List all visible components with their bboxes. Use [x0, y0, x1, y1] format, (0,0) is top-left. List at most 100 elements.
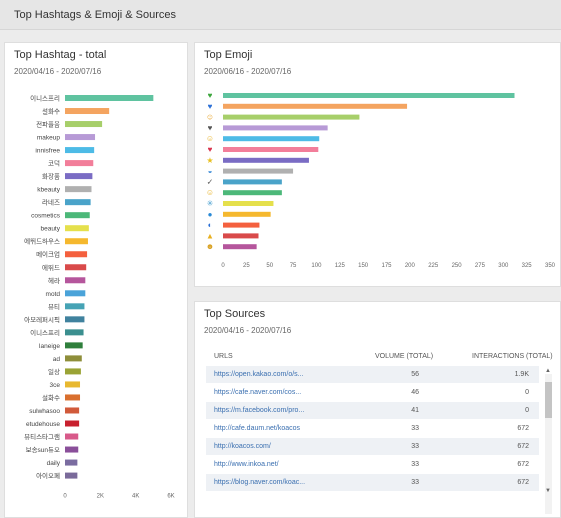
hashtag-bar	[65, 251, 88, 258]
hashtag-label: 아모레퍼시픽	[24, 315, 60, 324]
hashtag-label: 메이크업	[36, 250, 60, 259]
hashtag-bar	[65, 290, 86, 297]
smile-icon: ☻	[206, 242, 214, 251]
emoji-bar	[223, 179, 282, 185]
emoji-bar	[223, 244, 257, 250]
emoji-bar	[223, 147, 319, 152]
hashtag-label: 이니스프리	[30, 94, 60, 103]
dashboard-header: Top Hashtags & Emoji & Sources	[0, 0, 561, 30]
hashtag-bar-chart: 이니스프리설화수전파플음makeupinnisfree코덕화장품kbeauty라…	[24, 94, 175, 500]
hashtag-label: kbeauty	[37, 187, 61, 194]
droplet-icon: ●	[208, 210, 213, 219]
source-interactions: 1.9K	[514, 371, 529, 378]
top-emoji-date-range: 2020/06/16 - 2020/07/16	[204, 67, 292, 76]
table-row[interactable]: https://open.kakao.com/o/s... 56 1.9K	[206, 366, 539, 383]
sparkle-icon: ✳	[207, 199, 214, 208]
hashtag-x-tick: 2K	[97, 494, 104, 500]
sparkles-icon: ★	[206, 156, 213, 165]
source-interactions: 672	[517, 461, 529, 468]
hashtag-bar	[65, 355, 82, 362]
emoji-x-tick: 150	[358, 263, 369, 269]
emoji-bar	[223, 125, 328, 131]
dashboard-title: Top Hashtags & Emoji & Sources	[14, 9, 177, 21]
hashtag-label: cosmetics	[31, 213, 61, 220]
top-sources-title: Top Sources	[204, 308, 266, 320]
top-emoji-title: Top Emoji	[204, 49, 253, 61]
source-url-link[interactable]: http://koacos.com/	[214, 443, 271, 450]
hashtag-bar	[65, 264, 87, 271]
hashtag-x-tick: 0	[63, 494, 67, 500]
scroll-down-arrow-icon[interactable]: ▼	[545, 488, 551, 494]
source-volume: 33	[411, 443, 419, 450]
scroll-up-arrow-icon[interactable]: ▲	[545, 368, 551, 374]
emoji-bar	[223, 93, 515, 98]
hashtag-label: etudehouse	[26, 421, 60, 428]
source-volume: 56	[411, 371, 419, 378]
source-url-link[interactable]: https://m.facebook.com/pro...	[214, 407, 304, 414]
emoji-bar-chart: ♥♥☺♥☺♥★◒✓☺✳●◐▲☻0 25 50 75 100 125 150 175 200 225…	[206, 91, 556, 269]
emoji-bar	[223, 211, 271, 217]
sources-scrollbar-thumb[interactable]	[545, 382, 552, 418]
hashtag-bar	[65, 316, 85, 323]
hashtag-label: ad	[53, 356, 61, 363]
emoji-x-tick: 325	[522, 263, 533, 269]
hashtag-label: innisfree	[35, 148, 60, 155]
hashtag-bar	[65, 394, 81, 401]
hashtag-label: 에뛰드하우스	[24, 237, 60, 246]
column-header-volume[interactable]: VOLUME (TOTAL)	[375, 353, 433, 360]
hashtag-bar	[65, 368, 81, 375]
hashtag-label: 헤라	[48, 276, 60, 285]
emoji-bar	[223, 103, 408, 109]
source-url-link[interactable]: https://cafe.naver.com/cos...	[214, 389, 301, 396]
hashtag-label: sulwhasoo	[29, 408, 60, 415]
source-url-link[interactable]: https://blog.naver.com/koac...	[214, 479, 305, 486]
source-interactions: 0	[525, 389, 529, 396]
emoji-bar	[223, 157, 309, 163]
blue-heart-icon: ♥	[208, 102, 213, 111]
hashtag-bar	[65, 121, 103, 128]
table-row[interactable]: http://koacos.com/33 672	[206, 438, 539, 455]
hashtag-bar	[65, 303, 85, 310]
hashtag-bar	[65, 186, 92, 193]
smiling-face-2-icon: ☺	[206, 134, 214, 143]
hashtag-bar	[65, 160, 94, 167]
emoji-bar	[223, 222, 260, 228]
hashtag-label: 코덕	[48, 159, 60, 168]
hashtag-bar	[65, 433, 79, 440]
dashboard-page: Top Hashtags & Emoji & Sources Top Hasht…	[0, 0, 561, 518]
table-row[interactable]: http://cafe.daum.net/koacos 33 672	[206, 420, 539, 437]
hashtag-label: makeup	[37, 135, 61, 142]
wave-icon: ◐	[208, 221, 213, 230]
table-row[interactable]: https://m.facebook.com/pro... 41 0	[206, 402, 539, 419]
column-header-urls[interactable]: URLS	[214, 353, 233, 360]
hashtag-label: daily	[47, 460, 61, 467]
hashtag-bar	[65, 277, 86, 284]
emoji-x-tick: 225	[428, 263, 439, 269]
grinning-face-icon: ☺	[206, 188, 214, 197]
hashtag-label: 라네즈	[42, 198, 60, 207]
hashtag-bar	[65, 238, 88, 245]
source-url-link[interactable]: https://open.kakao.com/o/s...	[214, 371, 304, 378]
table-row[interactable]: https://cafe.naver.com/cos... 46 0	[206, 384, 539, 401]
smiling-face-icon: ☺	[206, 113, 214, 122]
hashtag-bar	[65, 420, 80, 427]
table-row[interactable]: https://blog.naver.com/koac... 33 672	[206, 474, 539, 491]
hashtag-label: laneige	[39, 343, 60, 350]
source-volume: 33	[411, 479, 419, 486]
green-heart-icon: ♥	[208, 91, 213, 100]
rainbow-icon: ◒	[208, 167, 213, 176]
emoji-x-tick: 50	[266, 263, 273, 269]
hashtag-bar	[65, 134, 96, 141]
hashtag-bar	[65, 173, 93, 180]
source-volume: 33	[411, 425, 419, 432]
source-url-link[interactable]: http://www.inkoa.net/	[214, 461, 279, 468]
table-row[interactable]: http://www.inkoa.net/33 672	[206, 456, 539, 473]
emoji-x-tick: 350	[545, 263, 556, 269]
hashtag-bar	[65, 108, 110, 115]
hashtag-label: 뷰티스타그램	[24, 432, 60, 441]
emoji-x-tick: 200	[405, 263, 416, 269]
hashtag-bar	[65, 199, 91, 206]
top-hashtag-card: Top Hashtag - total 2020/04/16 - 2020/07…	[4, 42, 188, 518]
column-header-interactions[interactable]: INTERACTIONS (TOTAL)	[472, 353, 553, 360]
source-url-link[interactable]: http://cafe.daum.net/koacos	[214, 425, 300, 432]
